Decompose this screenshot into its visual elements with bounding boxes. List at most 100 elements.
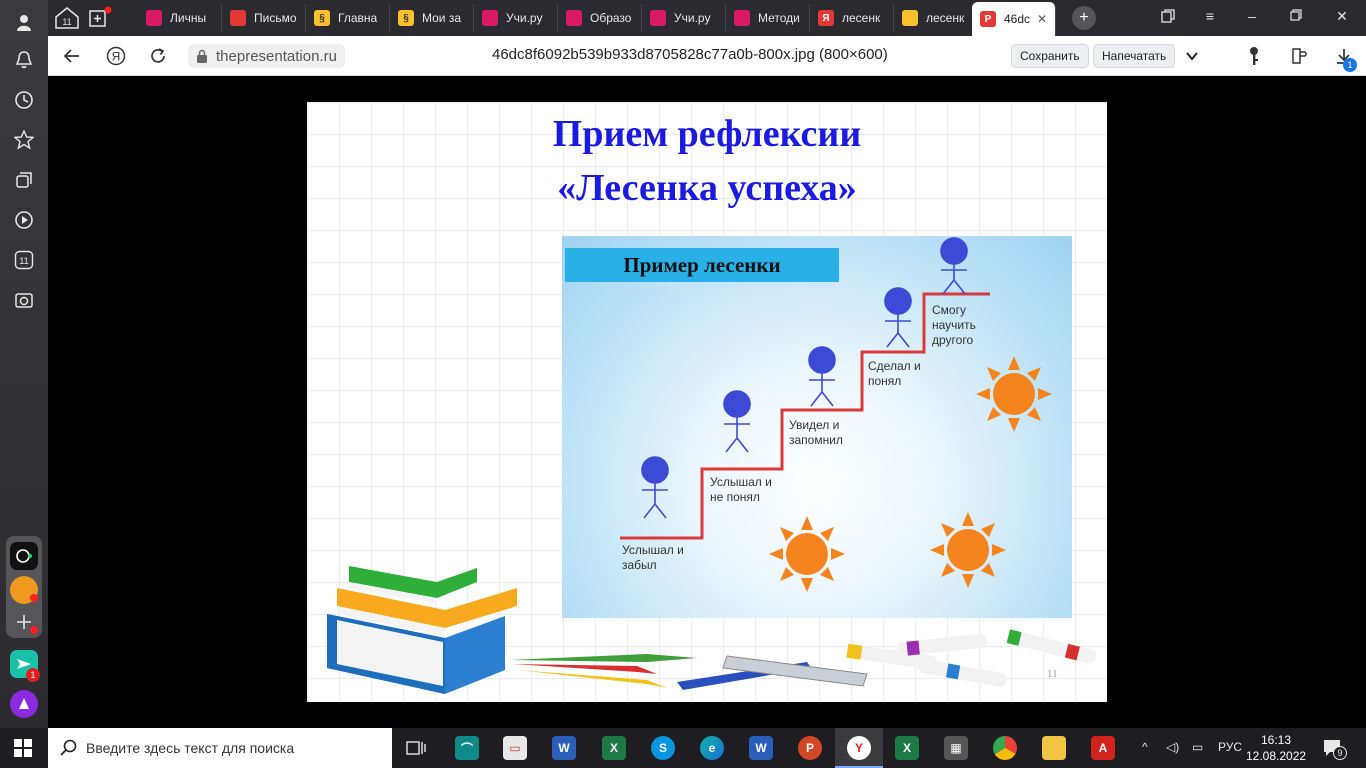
- tab-lesenka-1[interactable]: Ялесенк: [810, 4, 894, 32]
- chevron-down-icon[interactable]: [1180, 44, 1204, 68]
- tab-favicon-icon: [650, 10, 666, 26]
- notifications-bell-icon[interactable]: [12, 48, 36, 72]
- messenger-badge: 1: [26, 668, 40, 682]
- tab-pismo[interactable]: Письмо: [222, 4, 306, 32]
- calculator-icon[interactable]: ▦: [944, 736, 968, 760]
- stick-figure-5: [940, 237, 968, 295]
- restore-window-icon[interactable]: [1286, 8, 1306, 24]
- tab-uchi-ru[interactable]: Учи.ру: [474, 4, 558, 32]
- powerpoint-app-icon[interactable]: P: [798, 736, 822, 760]
- windows-start-icon[interactable]: [14, 739, 32, 757]
- slide-title-line2: «Лесенка успеха»: [557, 167, 857, 209]
- stick-figure-2: [723, 390, 751, 453]
- mail-favicon-icon: [230, 10, 246, 26]
- step-label-4: Сделал и понял: [868, 359, 921, 388]
- bookmarks-star-icon[interactable]: [12, 128, 36, 152]
- yandex-sidebar: 11 1: [0, 0, 48, 728]
- skype-icon[interactable]: S: [651, 736, 675, 760]
- word-app-icon[interactable]: W: [749, 736, 773, 760]
- svg-text:11: 11: [62, 17, 71, 27]
- alice-record-icon[interactable]: [10, 542, 38, 570]
- ladder-panel: Пример лесенки Услышал и забыл Услышал и…: [562, 236, 1072, 618]
- slide-page-number: 11: [1047, 668, 1058, 680]
- edge-browser-icon[interactable]: e: [700, 736, 724, 760]
- tab-strip: 11 Личны Письмо § Главна § Мои за Учи.ру О…: [48, 0, 1366, 36]
- tab-favicon-icon: §: [314, 10, 330, 26]
- excel-sheet-icon[interactable]: X: [895, 736, 919, 760]
- page-title: 46dc8f6092b539b933d8705828c77a0b-800x.jp…: [492, 46, 888, 63]
- stick-figure-4: [884, 287, 912, 348]
- svg-text:11: 11: [19, 256, 28, 266]
- new-tab-group-icon[interactable]: [88, 6, 112, 30]
- images-favicon-icon: [902, 10, 918, 26]
- home-tab-icon[interactable]: 11: [54, 6, 80, 30]
- back-arrow-icon[interactable]: [60, 44, 84, 68]
- tab-glavnaya[interactable]: § Главна: [306, 4, 390, 32]
- stationery-illustration: [509, 629, 1097, 690]
- tab-favicon-icon: [482, 10, 498, 26]
- tab-active-image[interactable]: P 46dc ✕: [972, 2, 1056, 36]
- reload-icon[interactable]: [146, 44, 170, 68]
- tab-moi-zadaniya[interactable]: § Мои за: [390, 4, 474, 32]
- profile-icon[interactable]: [12, 10, 36, 34]
- tab-favicon-icon: [566, 10, 582, 26]
- language-indicator[interactable]: РУС: [1218, 740, 1242, 754]
- stick-figure-1: [641, 456, 669, 519]
- add-app-dot: [30, 626, 38, 634]
- task-view-icon[interactable]: [404, 736, 428, 760]
- new-tab-plus-icon[interactable]: +: [1072, 6, 1096, 30]
- history-clock-icon[interactable]: [12, 88, 36, 112]
- tab-obrazovanie[interactable]: Образо: [558, 4, 642, 32]
- word-document-icon[interactable]: W: [552, 736, 576, 760]
- tab-lesenka-2[interactable]: лесенк: [894, 4, 978, 32]
- yandex-logo-icon[interactable]: Я: [104, 44, 128, 68]
- tabs-menu-icon[interactable]: [1158, 8, 1178, 27]
- yandex-favicon-icon: Я: [818, 10, 834, 26]
- video-play-icon[interactable]: [12, 208, 36, 232]
- sun-bottom-left: [769, 516, 845, 592]
- sun-bottom-right: [930, 512, 1006, 588]
- hamburger-menu-icon[interactable]: ≡: [1200, 8, 1220, 24]
- collections-icon[interactable]: [12, 168, 36, 192]
- tab-favicon-icon: [146, 10, 162, 26]
- pdf-reader-icon[interactable]: A: [1091, 736, 1115, 760]
- tab-lichny[interactable]: Личны: [138, 4, 222, 32]
- screenshot-camera-icon[interactable]: [12, 288, 36, 312]
- tab-favicon-icon: §: [398, 10, 414, 26]
- step-label-2: Услышал и не понял: [710, 475, 772, 504]
- passwords-key-icon[interactable]: [1242, 44, 1266, 68]
- yandex-browser-icon[interactable]: Y: [847, 736, 871, 760]
- system-clock[interactable]: 16:13 12.08.2022: [1246, 732, 1306, 764]
- reader-app-icon[interactable]: ⌒: [455, 736, 479, 760]
- file-explorer-icon[interactable]: [1042, 736, 1066, 760]
- tab-uchi-ru-2[interactable]: Учи.ру: [642, 4, 726, 32]
- tab-metodika[interactable]: Методи: [726, 4, 810, 32]
- presentation-favicon-icon: P: [980, 11, 996, 27]
- taskbar-search-field[interactable]: Введите здесь текст для поиска: [48, 728, 392, 768]
- step-label-5: Смогу научить другого: [932, 303, 976, 347]
- slide-title-line1: Прием рефлексии: [552, 113, 862, 155]
- search-icon: [60, 739, 77, 756]
- alice-assistant-icon[interactable]: [10, 690, 38, 718]
- sun-right: [976, 356, 1052, 432]
- slide-image[interactable]: Прием рефлексии «Лесенка успеха» Пример …: [307, 102, 1107, 702]
- minimize-icon[interactable]: –: [1242, 8, 1262, 24]
- wallet-dot: [30, 594, 38, 602]
- excel-app-icon[interactable]: X: [602, 736, 626, 760]
- screen: 11 1 11 Личны Письмо § Главна § Мои за У…: [0, 0, 1366, 768]
- address-domain[interactable]: thepresentation.ru: [188, 44, 345, 68]
- step-label-1: Услышал и забыл: [622, 543, 684, 572]
- chrome-browser-icon[interactable]: [993, 736, 1017, 760]
- close-window-icon[interactable]: ✕: [1332, 8, 1352, 25]
- save-button[interactable]: Сохранить: [1011, 44, 1089, 68]
- tabs-counter-icon[interactable]: 11: [12, 248, 36, 272]
- close-tab-icon[interactable]: ✕: [1037, 12, 1047, 26]
- volume-icon[interactable]: ◁): [1166, 740, 1179, 754]
- presentation-app-icon[interactable]: ▭: [503, 736, 527, 760]
- tray-chevron-up-icon[interactable]: ^: [1142, 740, 1148, 754]
- tab-favicon-icon: [734, 10, 750, 26]
- print-button[interactable]: Напечатать: [1093, 44, 1176, 68]
- extensions-icon[interactable]: [1288, 44, 1312, 68]
- battery-icon[interactable]: ▭: [1192, 740, 1203, 754]
- lock-icon: [197, 49, 207, 63]
